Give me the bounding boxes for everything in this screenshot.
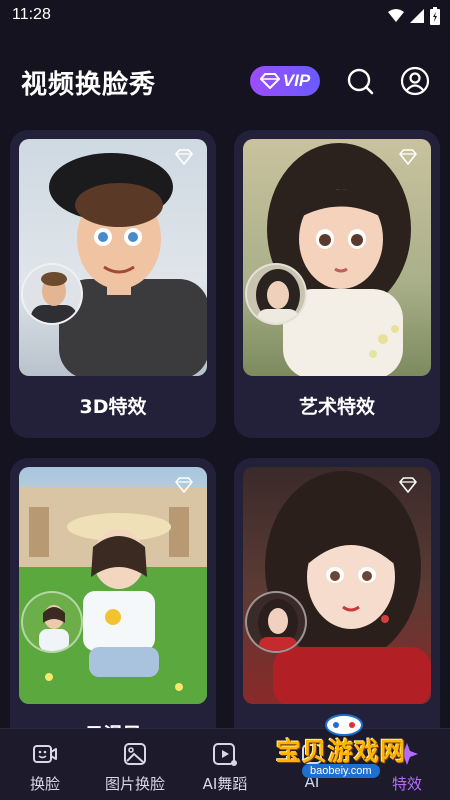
card-thumbnail — [19, 467, 207, 704]
search-icon — [347, 68, 374, 95]
nav-item-face-swap[interactable]: 换脸 — [10, 729, 80, 800]
status-bar: 11:28 — [0, 0, 450, 32]
diamond-icon — [175, 149, 193, 165]
nav-label: 换脸 — [29, 775, 60, 793]
diamond-icon — [175, 477, 193, 493]
status-icons — [388, 7, 440, 25]
cartoon-boy-image — [49, 153, 207, 376]
user-icon — [400, 66, 430, 96]
source-face-avatar — [245, 263, 307, 325]
card-thumbnail — [19, 139, 207, 376]
effect-card-manga[interactable]: 日漫风 — [10, 458, 216, 758]
status-time: 11:28 — [12, 6, 51, 23]
anime-girl-image — [267, 143, 411, 376]
watermark-url: baobeiy.com — [302, 764, 380, 778]
nav-item-image-swap[interactable]: 图片换脸 — [95, 729, 175, 800]
manga-girl-image — [19, 487, 207, 704]
vip-button[interactable]: VIP — [250, 66, 320, 96]
wifi-icon — [388, 9, 404, 22]
source-face-avatar — [21, 263, 83, 325]
video-face-icon — [33, 745, 57, 763]
card-label: 3D特效 — [79, 396, 147, 418]
card-thumbnail — [243, 467, 431, 704]
source-face-avatar — [245, 591, 307, 653]
image-face-icon — [124, 743, 146, 765]
effect-card-3d[interactable]: 3D特效 — [10, 130, 216, 438]
signal-icon — [410, 9, 424, 23]
diamond-icon — [399, 149, 417, 165]
ai-dance-icon — [213, 743, 237, 766]
anime-woman-image — [265, 471, 431, 704]
app-header: 视频换脸秀 VIP — [0, 52, 450, 108]
nav-label: 图片换脸 — [104, 775, 165, 793]
battery-icon — [430, 7, 440, 25]
watermark-logo: 宝贝游戏网 baobeiy.com — [272, 712, 432, 790]
card-label: 艺术特效 — [298, 396, 375, 418]
search-button[interactable] — [345, 66, 375, 96]
vip-label: VIP — [282, 71, 311, 90]
source-face-avatar — [21, 591, 83, 653]
watermark-text: 宝贝游戏网 — [276, 737, 407, 766]
diamond-icon — [399, 477, 417, 493]
app-title: 视频换脸秀 — [21, 70, 157, 100]
nav-label: AI舞蹈 — [202, 775, 248, 793]
nav-item-ai-dance[interactable]: AI舞蹈 — [188, 729, 262, 800]
diamond-icon — [259, 73, 280, 89]
profile-button[interactable] — [400, 66, 430, 96]
card-thumbnail — [243, 139, 431, 376]
effect-card-art[interactable]: 艺术特效 — [234, 130, 440, 438]
